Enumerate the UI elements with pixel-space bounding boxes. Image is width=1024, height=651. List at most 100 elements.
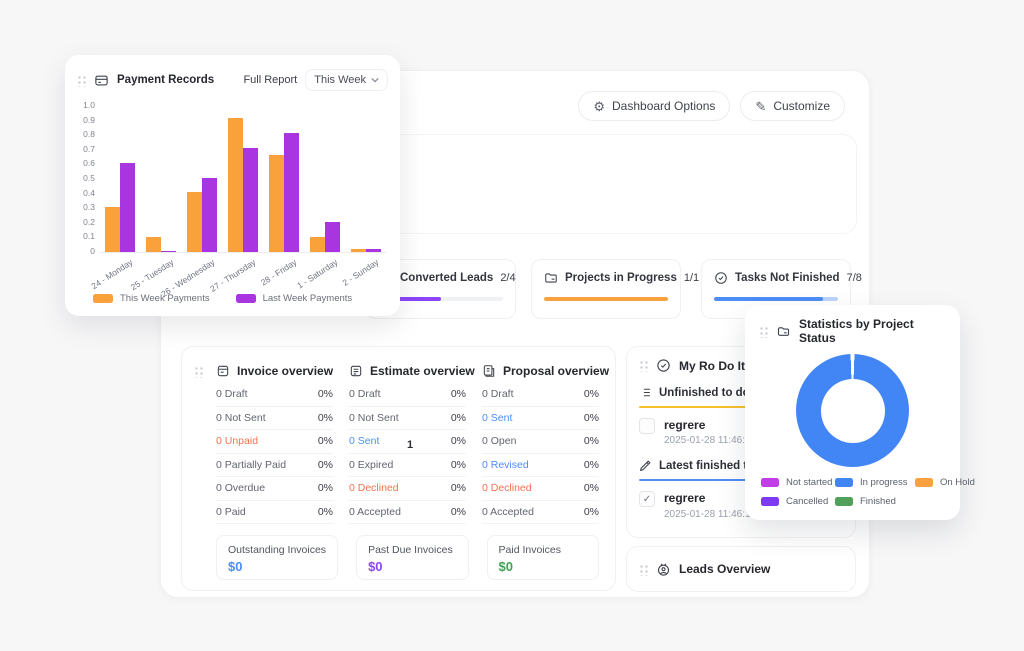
status-legend: Not started In progress On Hold Cancelle…	[761, 477, 946, 507]
payment-bar-plot	[99, 103, 386, 253]
row-value: 0%	[584, 459, 599, 471]
drag-handle-icon[interactable]	[77, 74, 86, 87]
y-tick-label: 0	[77, 249, 95, 253]
row-value: 0%	[318, 482, 333, 494]
drag-handle-icon[interactable]	[194, 365, 203, 378]
row-label: 0 Overdue	[216, 482, 265, 494]
bar	[269, 155, 284, 252]
period-select[interactable]: This Week	[305, 69, 388, 91]
row-value: 0%	[318, 412, 333, 424]
row-value: 0%	[584, 506, 599, 518]
kpi-label: Converted Leads	[400, 272, 493, 284]
drag-handle-icon[interactable]	[759, 325, 768, 338]
invoice-overview-column: Invoice overview 0 Draft0% 0 Not Sent0% …	[216, 359, 333, 524]
payment-xlabels: 24 - Monday25 - Tuesday26 - Wednesday27 …	[99, 255, 386, 293]
customize-label: Customize	[773, 99, 830, 113]
row-value: 0%	[318, 459, 333, 471]
column-title: Proposal overview	[503, 364, 609, 378]
bar-group	[99, 103, 140, 252]
project-status-donut	[796, 354, 909, 467]
y-tick-label: 0.3	[77, 205, 95, 209]
row-value: 0%	[451, 388, 466, 400]
todo-checkbox-checked[interactable]: ✓	[639, 491, 655, 507]
row-value: 0%	[318, 506, 333, 518]
legend-swatch-cancelled	[761, 497, 779, 506]
total-label: Paid Invoices	[499, 544, 587, 556]
project-status-stats-card: Statistics by Project Status Not started…	[745, 305, 960, 520]
projects-icon	[544, 271, 558, 285]
kpi-card-projects-in-progress[interactable]: Projects in Progress 1/1	[531, 259, 681, 319]
documents-overview-card: Invoice overview 0 Draft0% 0 Not Sent0% …	[181, 346, 616, 591]
bar	[120, 163, 135, 252]
proposal-icon	[482, 364, 496, 378]
outstanding-invoices-card: Outstanding Invoices $0	[216, 535, 338, 580]
floating-count-badge: 1	[407, 439, 413, 451]
row-label: 0 Not Sent	[349, 412, 399, 424]
y-tick-label: 1.0	[77, 103, 95, 107]
row-label: 0 Open	[482, 435, 516, 447]
row-value: 0%	[451, 435, 466, 447]
row-label: 0 Partially Paid	[216, 459, 286, 471]
drag-handle-icon[interactable]	[639, 359, 648, 372]
x-tick-label: 2 - Sunday	[340, 257, 380, 288]
row-label: 0 Sent	[482, 412, 512, 424]
overview-row: 0 Draft0%	[216, 383, 333, 407]
overview-row: 0 Expired 0%	[349, 454, 466, 478]
x-tick-label: 28 - Friday	[258, 257, 298, 288]
row-label: 0 Unpaid	[216, 435, 258, 447]
pencil-check-icon	[639, 459, 652, 472]
row-value: 0%	[584, 435, 599, 447]
dashboard-options-button[interactable]: ⚙ Dashboard Options	[578, 91, 730, 121]
bar-group	[140, 103, 181, 252]
total-value: $0	[368, 559, 456, 574]
todo-date: 2025-01-28 11:46:19	[664, 435, 756, 446]
bar	[228, 118, 243, 252]
legend-label: Last Week Payments	[263, 293, 353, 304]
legend-item: On Hold	[915, 477, 975, 488]
progress-bar	[714, 297, 838, 301]
stats-icon	[776, 324, 791, 339]
overview-row: 0 Revised0%	[482, 454, 599, 478]
dashboard-page: ⚙ Dashboard Options ✎ Customize Converte…	[0, 0, 1024, 651]
full-report-link[interactable]: Full Report	[243, 74, 297, 86]
total-label: Outstanding Invoices	[228, 544, 326, 556]
legend-label: Cancelled	[786, 496, 828, 507]
row-label: 0 Paid	[216, 506, 246, 518]
total-value: $0	[228, 559, 326, 574]
y-tick-label: 0.8	[77, 132, 95, 136]
row-value: 0%	[451, 459, 466, 471]
paid-invoices-card: Paid Invoices $0	[487, 535, 599, 580]
legend-label: Not started	[786, 477, 832, 488]
list-icon	[639, 386, 652, 399]
legend-swatch-last-week	[236, 294, 256, 303]
row-label: 0 Draft	[349, 388, 381, 400]
payment-records-card: Payment Records Full Report This Week 1.…	[65, 55, 400, 316]
check-circle-icon	[656, 358, 671, 373]
row-label: 0 Declined	[482, 482, 532, 494]
y-tick-label: 0.2	[77, 220, 95, 224]
bar	[202, 178, 217, 253]
row-label: 0 Expired	[349, 459, 393, 471]
legend-swatch-not-started	[761, 478, 779, 487]
todo-checkbox[interactable]	[639, 418, 655, 434]
payment-yaxis: 1.00.90.80.70.60.50.40.30.20.10	[77, 103, 99, 253]
leads-overview-card: Leads Overview	[626, 546, 856, 592]
overview-row: 0 Sent0%	[482, 407, 599, 431]
y-tick-label: 0.9	[77, 118, 95, 122]
proposal-overview-column: Proposal overview 0 Draft0% 0 Sent0% 0 O…	[482, 359, 599, 524]
tasks-check-icon	[714, 271, 728, 285]
total-label: Past Due Invoices	[368, 544, 456, 556]
section-title: Unfinished to do's	[659, 387, 759, 399]
kpi-label: Projects in Progress	[565, 272, 677, 284]
bar-group	[345, 103, 386, 252]
bar-group	[222, 103, 263, 252]
row-value: 0%	[451, 506, 466, 518]
drag-handle-icon[interactable]	[639, 563, 648, 576]
past-due-invoices-card: Past Due Invoices $0	[356, 535, 468, 580]
chevron-down-icon	[371, 77, 379, 83]
row-label: 0 Declined	[349, 482, 399, 494]
bar-group	[304, 103, 345, 252]
row-value: 0%	[318, 435, 333, 447]
customize-button[interactable]: ✎ Customize	[740, 91, 845, 121]
kpi-value: 2/4	[500, 272, 515, 284]
